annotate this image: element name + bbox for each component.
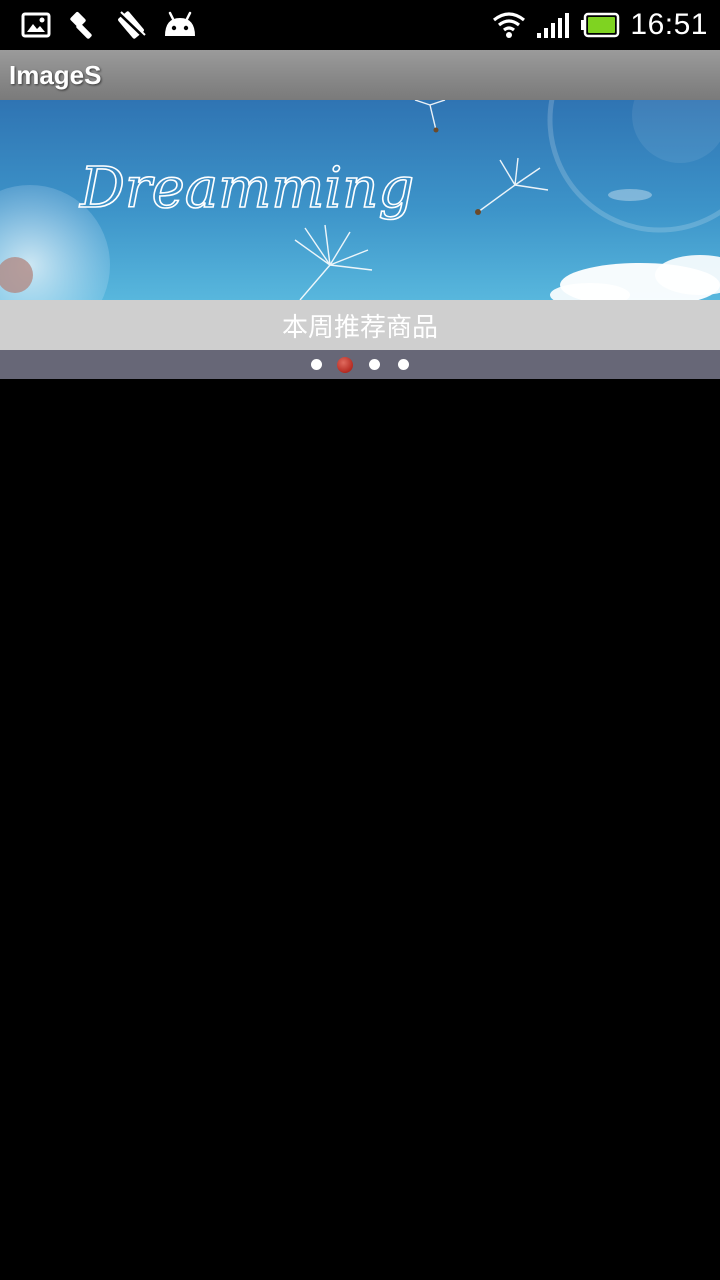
battery-icon (580, 12, 620, 38)
banner-image: Dreamming (0, 100, 720, 300)
no-signal-icon (116, 10, 148, 40)
page-dot-2-active[interactable] (337, 357, 353, 373)
page-dot-3[interactable] (369, 359, 380, 370)
page-indicator (0, 350, 720, 379)
app-title: ImageS (9, 60, 102, 90)
action-bar: ImageS (0, 50, 720, 100)
banner-image-text: Dreamming (79, 156, 414, 221)
banner-caption: 本周推荐商品 (281, 312, 438, 343)
gallery-icon (20, 10, 52, 40)
status-clock: 16:51 (630, 8, 708, 41)
tool-icon (67, 10, 99, 40)
banner-carousel[interactable]: Dreamming (0, 100, 720, 300)
status-bar: 16:51 (0, 0, 720, 50)
page-dot-1[interactable] (311, 359, 322, 370)
page-dot-4[interactable] (398, 359, 409, 370)
android-icon (162, 10, 198, 40)
signal-icon (536, 11, 570, 39)
content-area (0, 379, 720, 1280)
wifi-icon (492, 11, 526, 39)
banner-caption-bar: 本周推荐商品 (0, 300, 720, 350)
